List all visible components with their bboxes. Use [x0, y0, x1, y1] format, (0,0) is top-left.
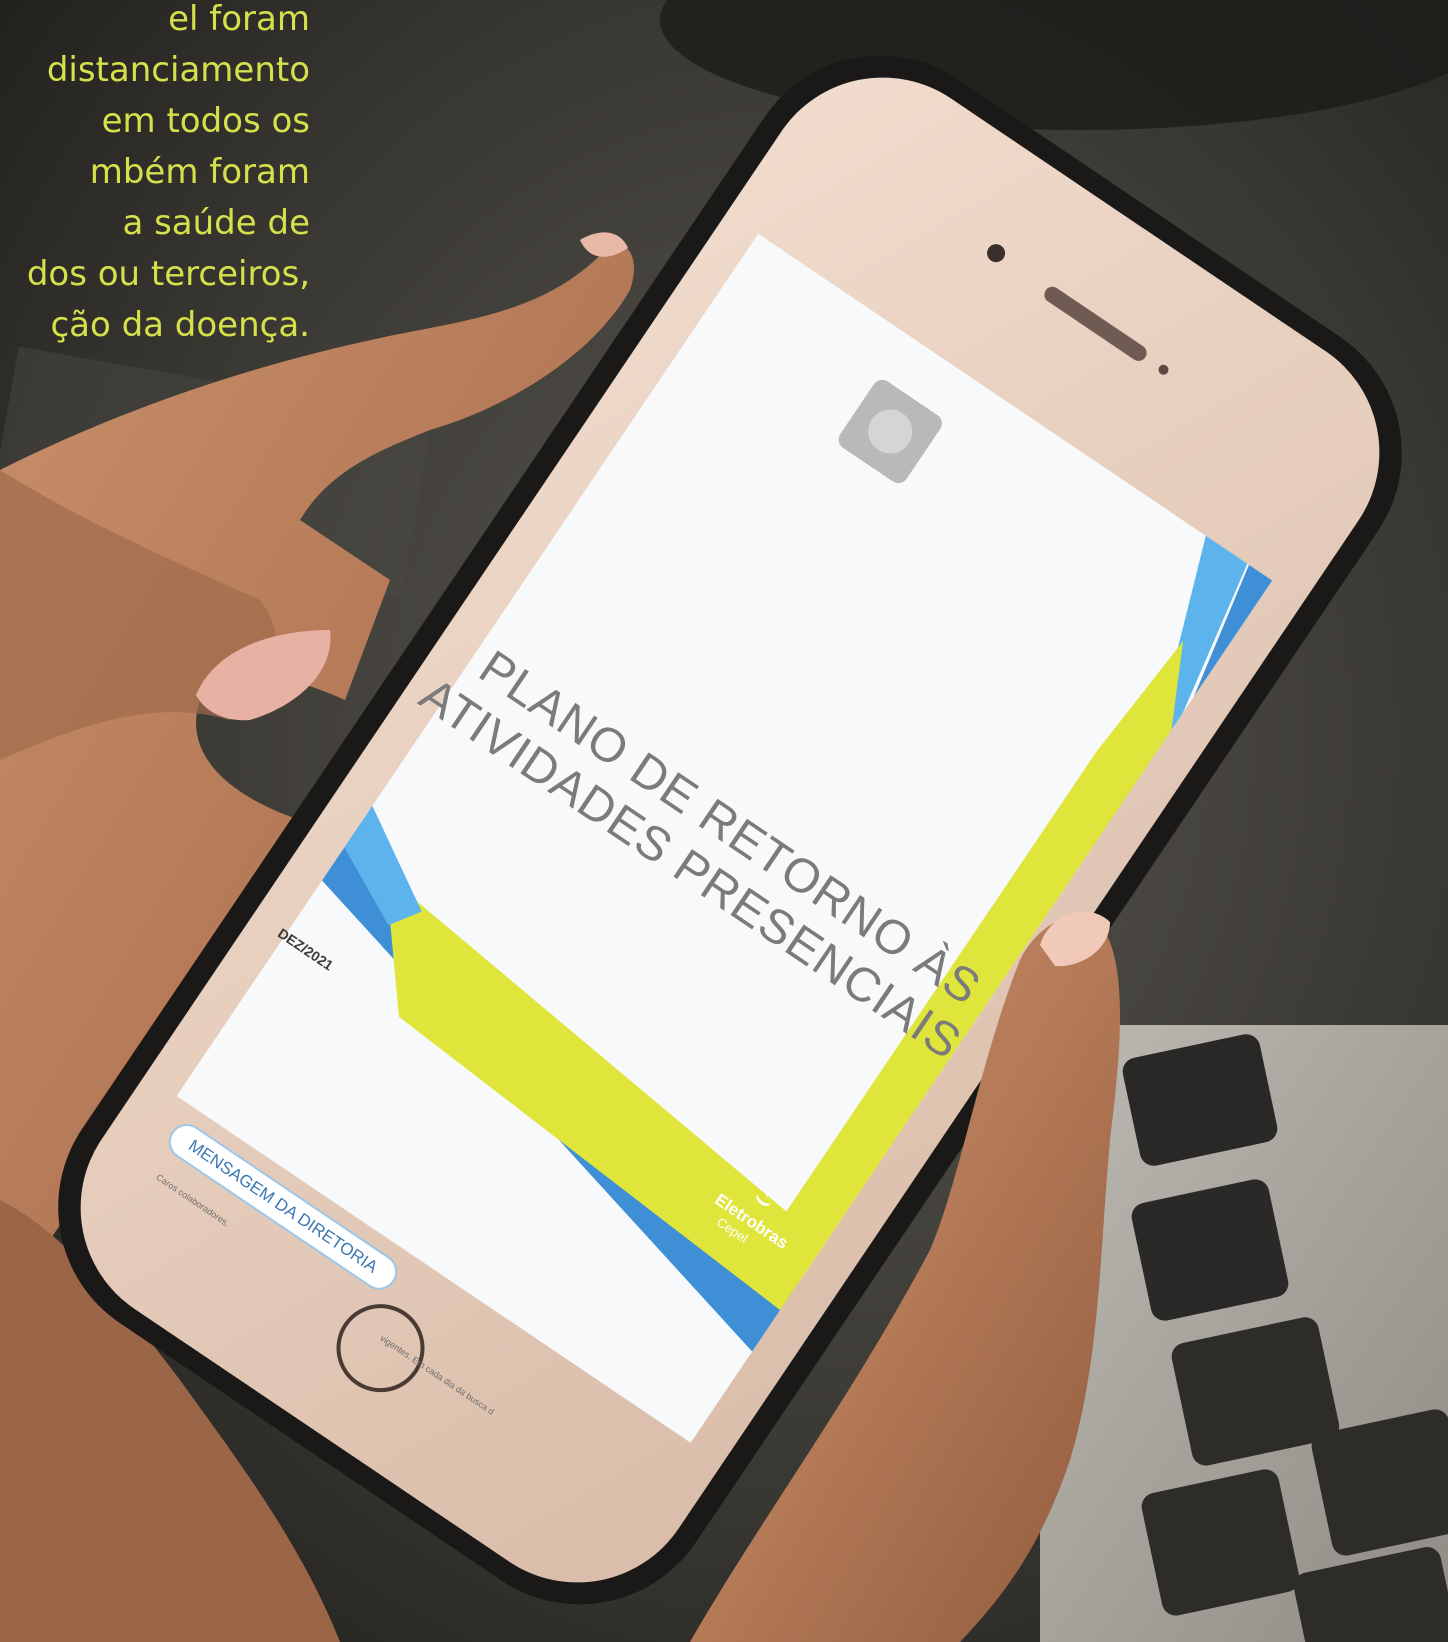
body-text-line: vigentes. Em cada dia da busca d — [378, 1333, 496, 1417]
eletrobras-logo: Eletrobras Cepel — [702, 1189, 792, 1266]
phone-screen-content: PLANO DE RETORNO ÀS ATIVIDADES PRESENCIA… — [0, 0, 1448, 1642]
document-title-line-2: ATIVIDADES PRESENCIAIS — [410, 668, 971, 1071]
document-date: DEZ/2021 — [275, 925, 337, 974]
document-title: PLANO DE RETORNO ÀS ATIVIDADES PRESENCIA… — [410, 640, 1002, 1072]
document-title-line-1: PLANO DE RETORNO ÀS — [469, 640, 990, 1016]
